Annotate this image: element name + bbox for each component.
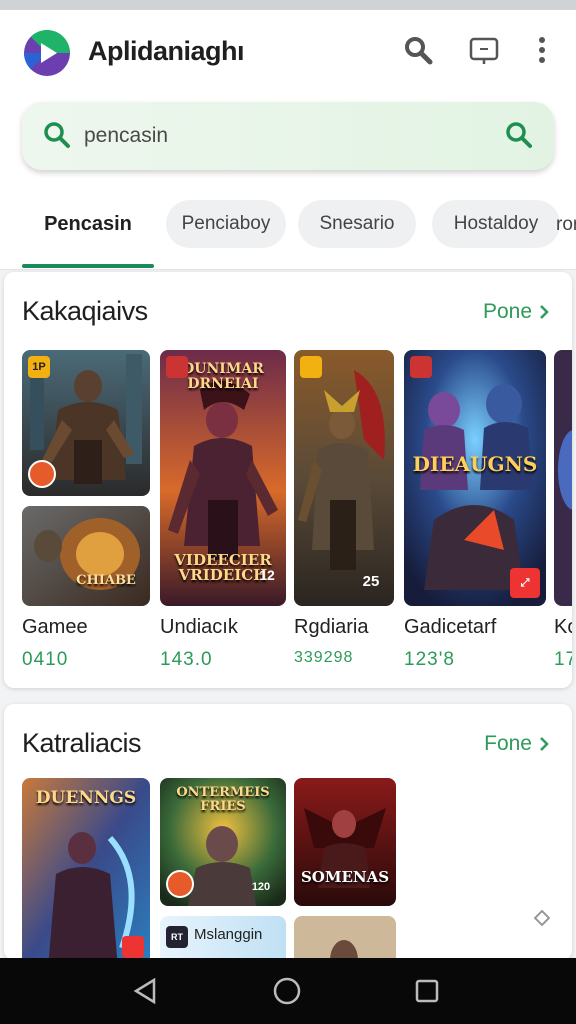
app-name[interactable]: Rgdiaria xyxy=(294,616,368,639)
section-more-link[interactable]: Fone xyxy=(484,732,552,756)
home-icon[interactable] xyxy=(270,974,304,1008)
game-tile-s2-1[interactable]: DUENNGS xyxy=(22,778,150,960)
game-tile-s2-5[interactable] xyxy=(294,916,396,960)
tab-chip-2[interactable]: Snesario xyxy=(298,200,416,248)
tile-title: DUENNGS xyxy=(35,788,137,808)
section-kakaqiaivs: Kakaqiaivs Pone 1P DUNIMAR DRNEIAI VIDEE… xyxy=(4,272,572,688)
tile-badge: 1P xyxy=(28,356,50,378)
status-bar xyxy=(0,0,576,10)
search-query: pencasin xyxy=(84,124,169,147)
section-title: Katraliacis xyxy=(22,728,142,758)
tab-pencasin[interactable]: Pencasin xyxy=(22,200,154,248)
app-title: Aplidaniaghı xyxy=(88,36,245,66)
tile-badge: RT xyxy=(166,926,188,948)
section-title: Kakaqiaivs xyxy=(22,296,148,326)
tile-rating-tag: 25 xyxy=(362,572,380,590)
chevron-right-icon xyxy=(540,305,549,319)
tile-title: CHIABE xyxy=(76,573,136,589)
search-icon[interactable] xyxy=(402,34,434,66)
game-tile-s2-4[interactable]: RT Mslanggin xyxy=(160,916,286,960)
tile-action-icon xyxy=(122,936,144,958)
tab-chip-4[interactable]: ror xyxy=(556,214,576,236)
tile-title: Mslanggin xyxy=(194,926,263,943)
section-katraliacis: Katraliacis Fone DUENNGS ONTERMEIS FRIES… xyxy=(4,704,572,960)
game-tile-6[interactable]: CHIABE xyxy=(22,506,150,606)
app-bar: Aplidaniaghı xyxy=(0,10,576,98)
more-vert-icon[interactable] xyxy=(526,34,558,66)
chevron-right-icon xyxy=(540,737,549,751)
tile-title: ONTERMEIS FRIES xyxy=(176,785,270,814)
search-input[interactable]: pencasin xyxy=(22,102,554,170)
search-leading-icon xyxy=(42,120,72,155)
game-tile-s2-3[interactable]: SOMENAS xyxy=(294,778,396,906)
recents-icon[interactable] xyxy=(410,974,444,1008)
search-area: pencasin xyxy=(0,98,576,188)
app-rating: 123'8 xyxy=(404,649,455,670)
section-more-label: Fone xyxy=(484,732,532,755)
app-name[interactable]: Gamee xyxy=(22,616,88,639)
publisher-icon xyxy=(28,460,56,488)
publisher-icon xyxy=(166,870,194,898)
tile-title: DIEAUGNS xyxy=(412,452,538,476)
tab-chip-3[interactable]: Hostaldoy xyxy=(432,200,560,248)
app-logo xyxy=(24,30,70,76)
tile-rating-tag: 120 xyxy=(251,881,271,893)
tile-action-icon: ⤢ xyxy=(510,568,540,598)
game-tile-2[interactable]: DUNIMAR DRNEIAI VIDEECIER VRIDEICH 12 xyxy=(160,350,286,606)
tile-badge xyxy=(410,356,432,378)
game-tile-4[interactable]: DIEAUGNS ⤢ xyxy=(404,350,546,606)
app-rating: 339298 xyxy=(294,649,354,666)
tile-badge xyxy=(300,356,322,378)
back-icon[interactable] xyxy=(128,974,162,1008)
diamond-icon xyxy=(533,909,551,931)
app-name[interactable]: Ko xyxy=(554,616,572,639)
app-rating: 143.0 xyxy=(160,649,213,670)
tile-badge xyxy=(166,356,188,378)
game-tile-3[interactable]: 25 xyxy=(294,350,394,606)
search-submit-icon[interactable] xyxy=(504,120,534,155)
cast-icon[interactable] xyxy=(468,34,500,66)
tile-rating-tag: 12 xyxy=(259,567,275,583)
tile-title: SOMENAS xyxy=(300,868,390,887)
app-rating: 0410 xyxy=(22,649,69,670)
game-tile-1[interactable]: 1P xyxy=(22,350,150,496)
game-tile-s2-2[interactable]: ONTERMEIS FRIES 120 xyxy=(160,778,286,906)
section-more-label: Pone xyxy=(482,300,532,323)
game-tile-5[interactable] xyxy=(554,350,572,606)
tab-chip-1[interactable]: Penciaboy xyxy=(166,200,286,248)
section-more-link[interactable]: Pone xyxy=(483,300,552,324)
category-tabs: Pencasin Penciaboy Snesario Hostaldoy ro… xyxy=(0,188,576,270)
app-name[interactable]: Undiacık xyxy=(160,616,238,639)
app-name[interactable]: Gadicetarf xyxy=(404,616,496,639)
app-rating: 17 xyxy=(554,649,572,670)
tab-active-indicator xyxy=(22,264,154,268)
system-nav-bar xyxy=(0,958,576,1024)
